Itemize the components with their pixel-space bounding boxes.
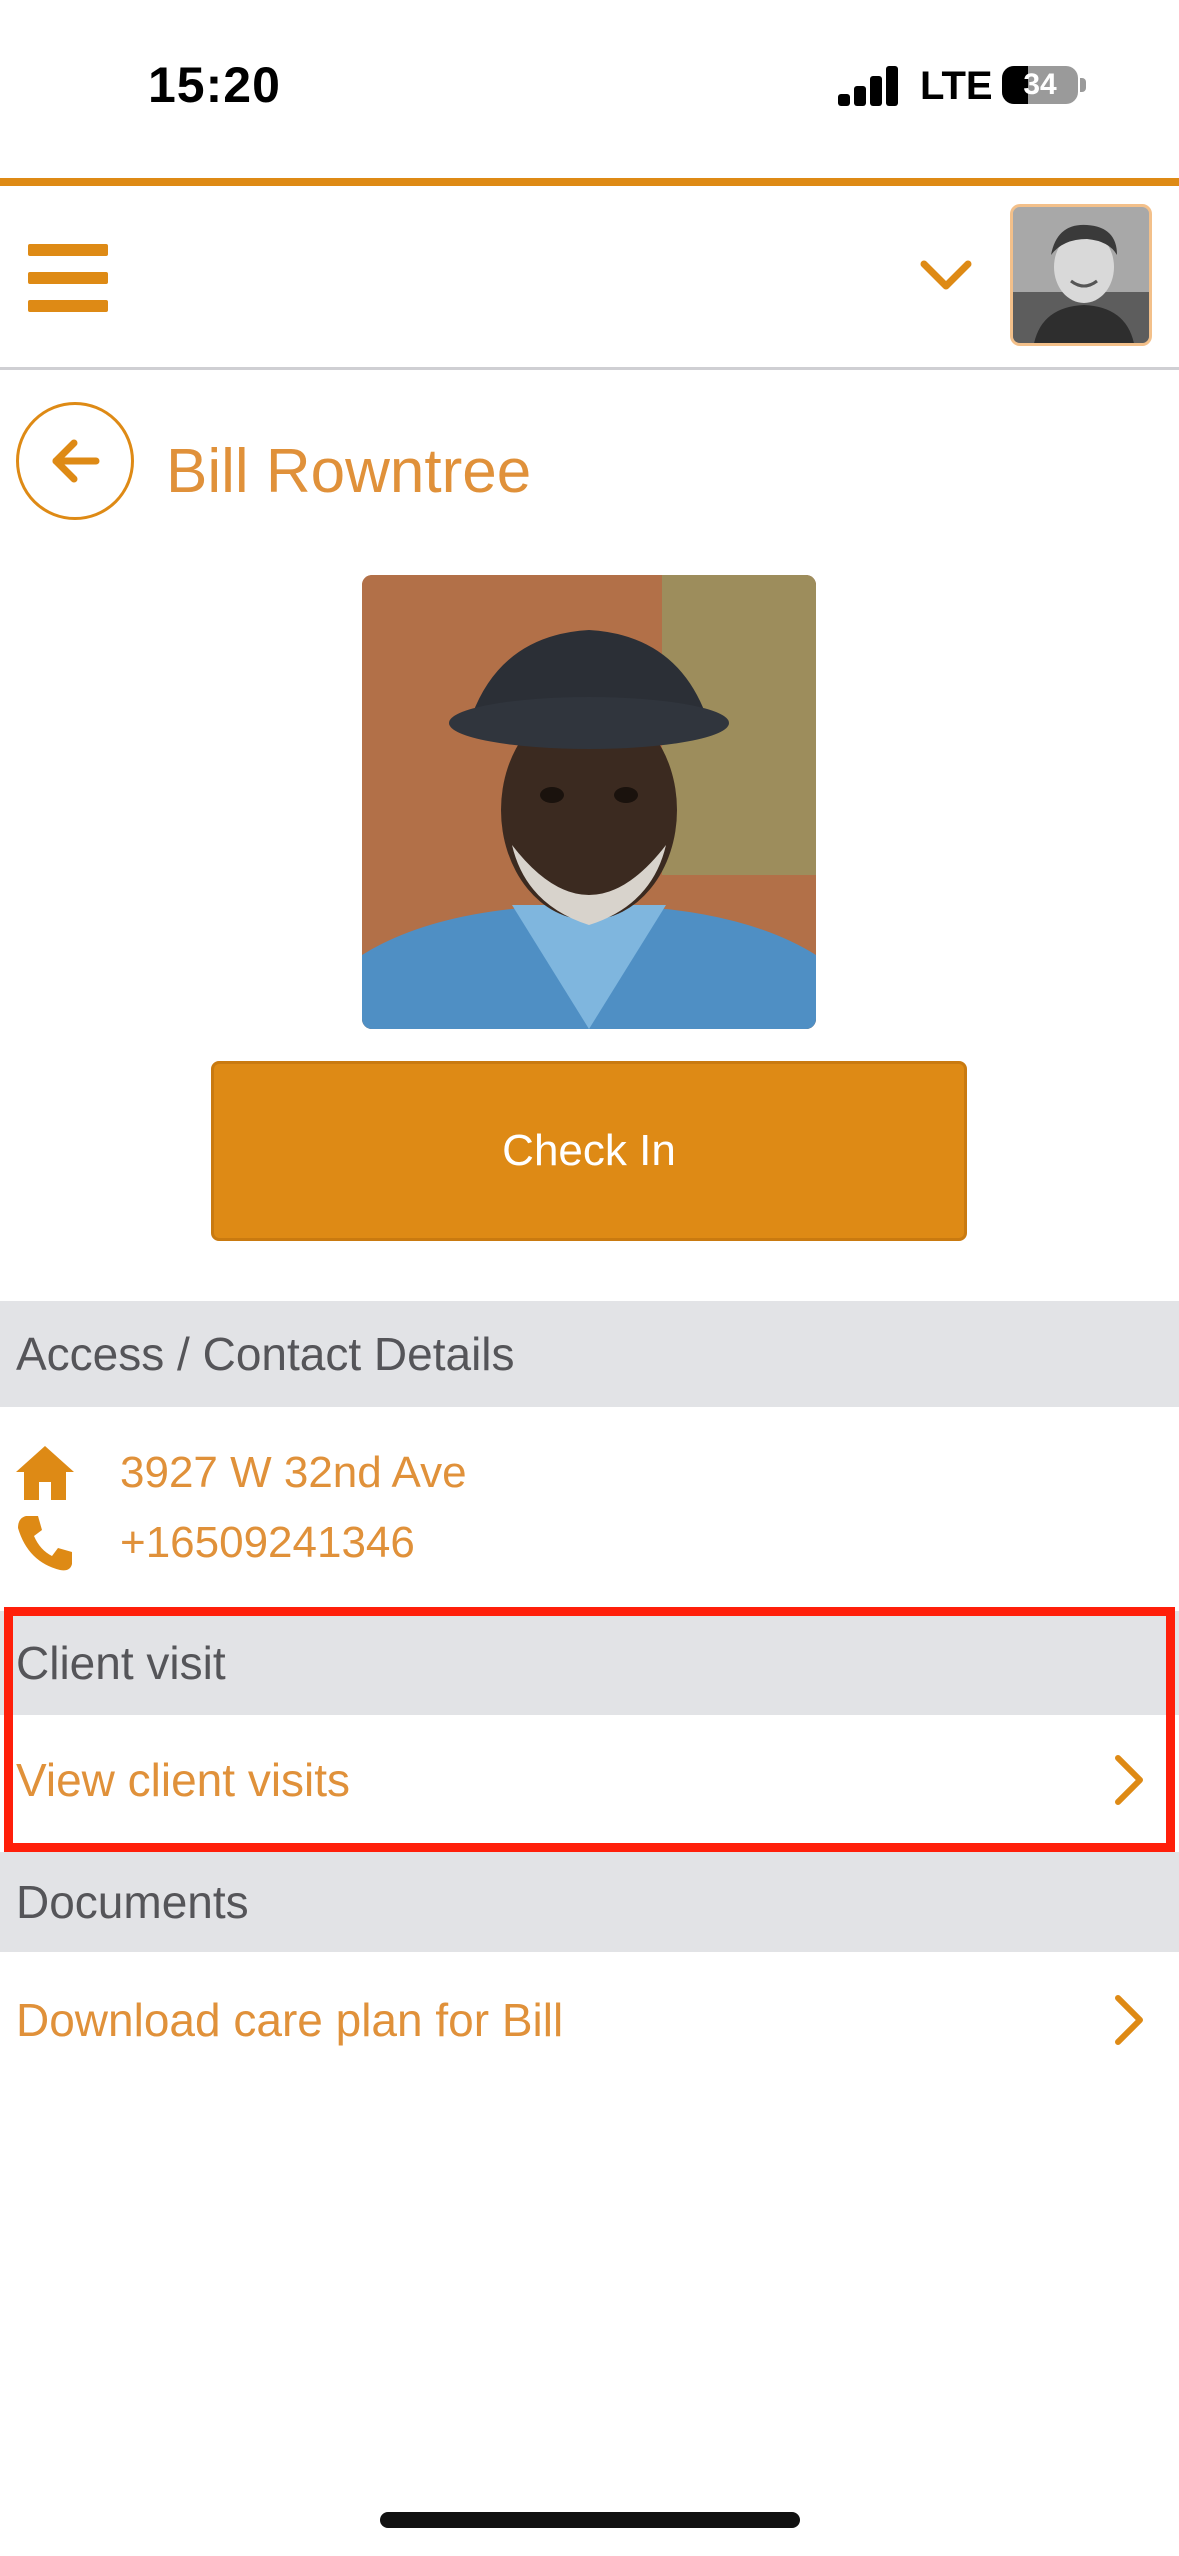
chevron-right-icon [1115,1995,1143,2045]
arrow-left-icon [52,439,100,483]
access-contact-title: Access / Contact Details [16,1328,515,1380]
phone-text: +16509241346 [120,1518,415,1567]
check-in-button[interactable]: Check In [211,1061,967,1241]
phone-row[interactable]: +16509241346 [0,1508,1179,1578]
home-indicator[interactable] [380,2512,800,2528]
user-avatar[interactable] [1010,204,1152,346]
view-client-visits-row[interactable]: View client visits [0,1715,1179,1845]
app-header [0,186,1179,370]
client-detail-screen: 15:20 LTE 34 Bill Rowntree Check In Acce… [0,0,1179,2556]
phone-icon [18,1516,72,1571]
back-button[interactable] [16,402,134,520]
client-visit-section-header: Client visit [0,1611,1179,1715]
chevron-right-icon [1115,1755,1143,1805]
header-accent-rule [0,178,1179,186]
address-text: 3927 W 32nd Ave [120,1448,467,1497]
client-photo [362,575,816,1029]
network-type: LTE [920,64,993,108]
battery-icon: 34 [1002,66,1078,104]
address-row[interactable]: 3927 W 32nd Ave [0,1438,1179,1508]
documents-section-header: Documents [0,1852,1179,1952]
documents-title: Documents [16,1876,249,1928]
download-care-plan-link[interactable]: Download care plan for Bill [16,1993,563,2047]
client-visit-title: Client visit [16,1637,226,1689]
view-client-visits-link[interactable]: View client visits [16,1753,350,1807]
home-icon [16,1446,74,1500]
cellular-signal-icon [838,66,900,106]
client-name-title: Bill Rowntree [166,437,532,506]
status-time: 15:20 [148,57,281,113]
battery-level: 34 [1023,68,1057,101]
access-contact-section-header: Access / Contact Details [0,1301,1179,1407]
chevron-down-icon[interactable] [918,256,974,296]
download-care-plan-row[interactable]: Download care plan for Bill [0,1952,1179,2088]
status-bar: 15:20 LTE 34 [0,0,1179,178]
hamburger-menu-icon[interactable] [28,244,108,312]
battery-tip [1080,78,1086,92]
